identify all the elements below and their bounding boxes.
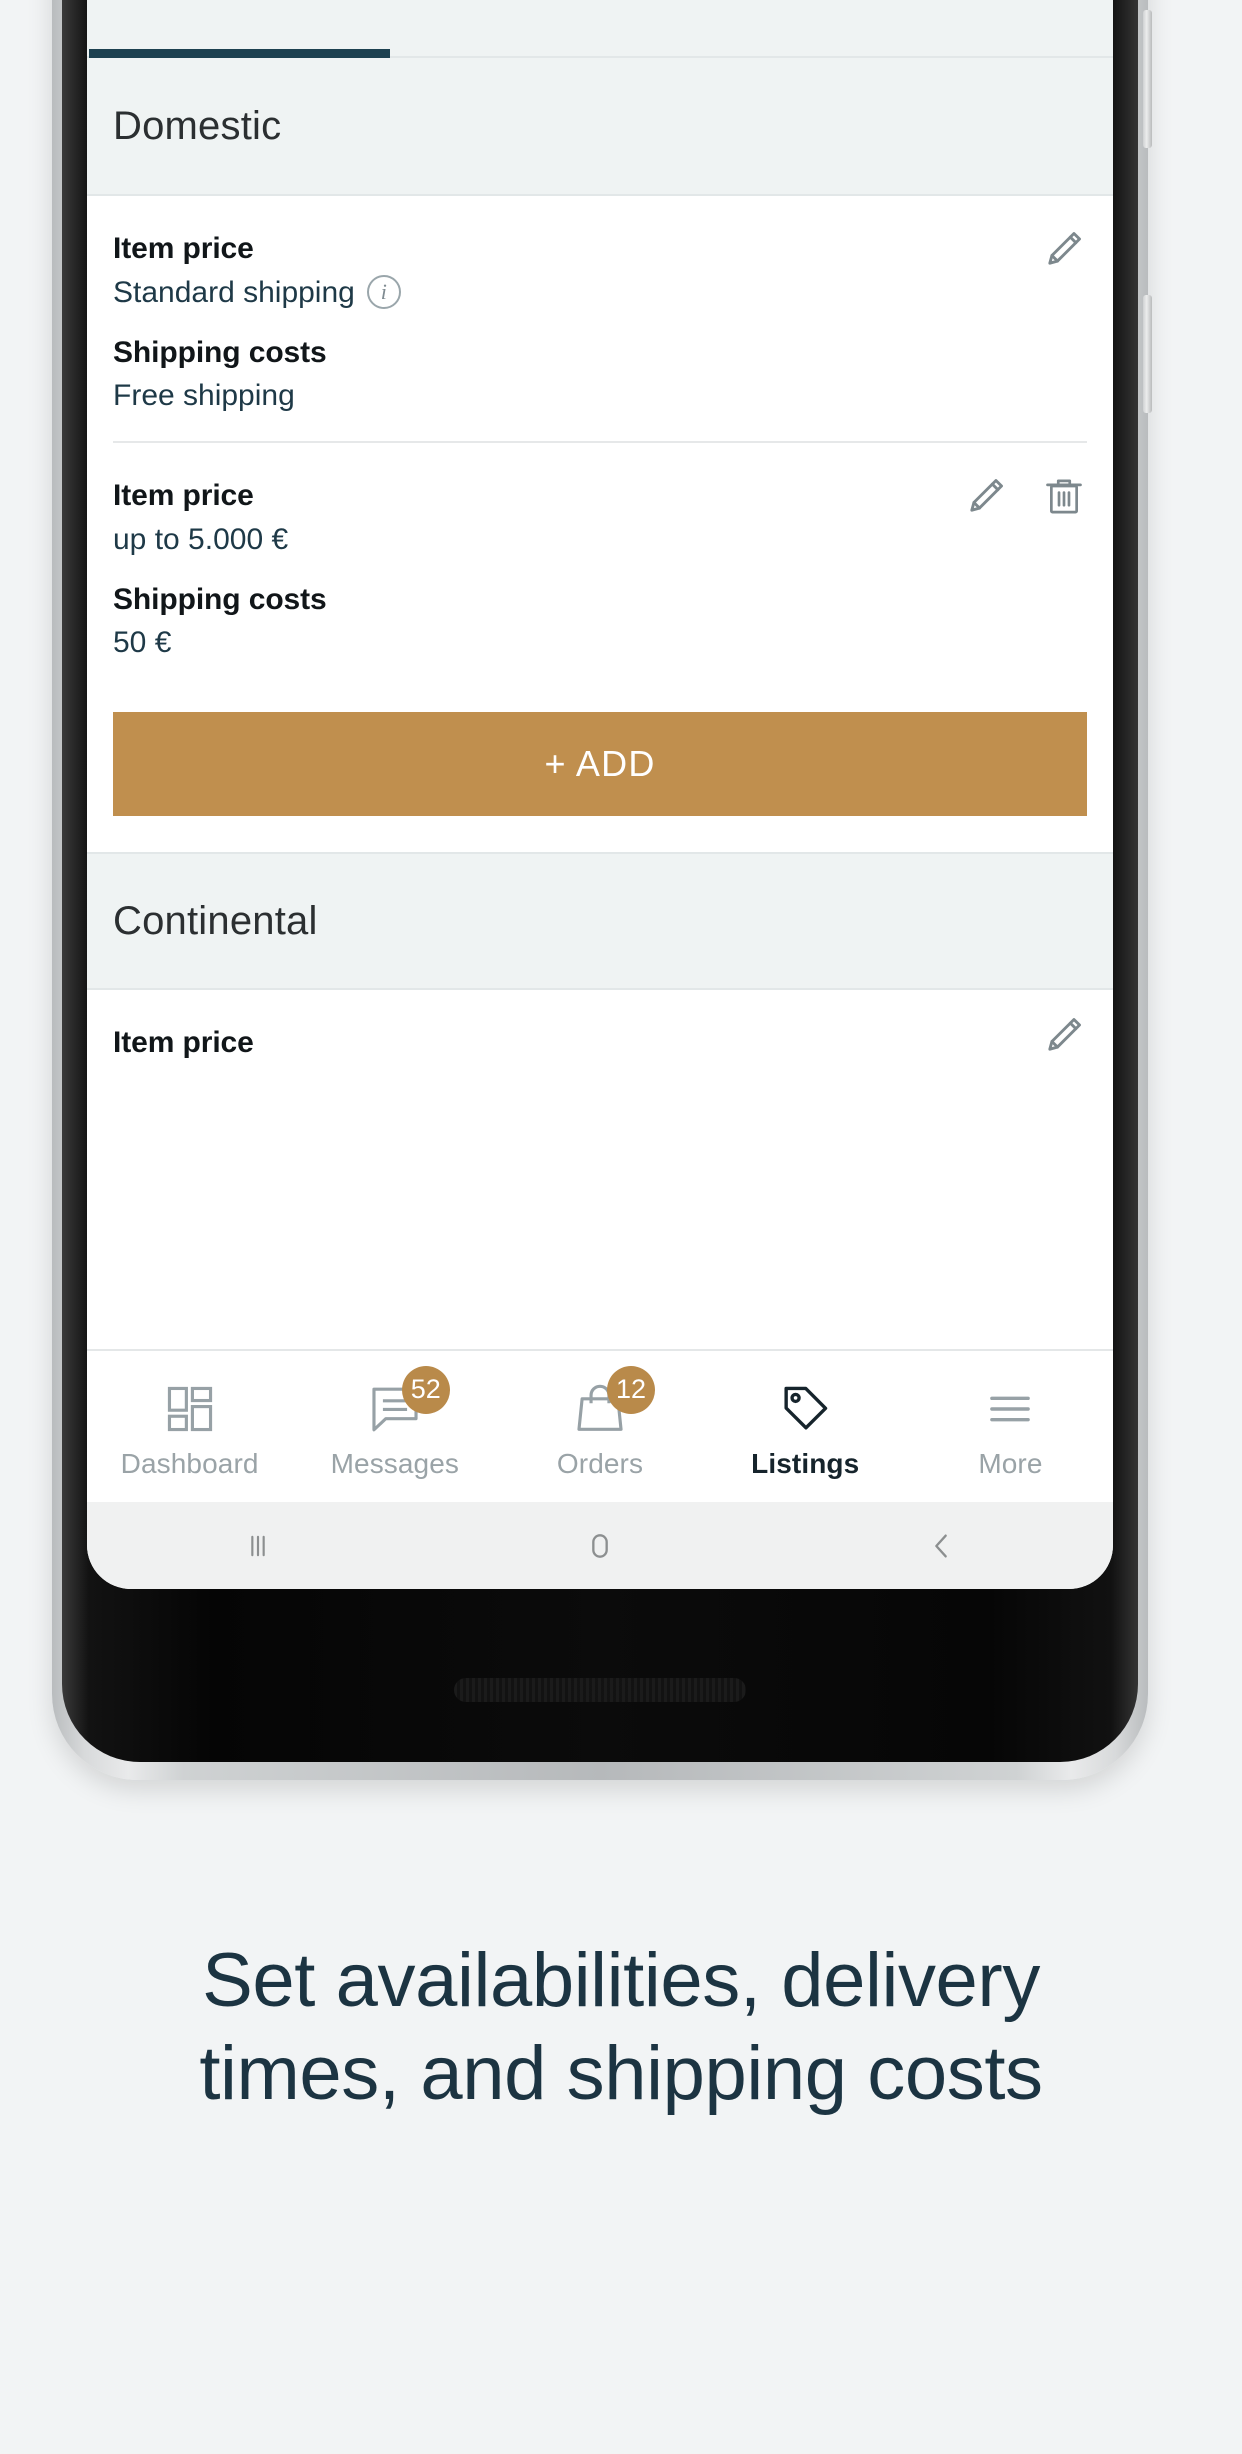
- item-price-label: Item price: [113, 1026, 254, 1059]
- nav-label: More: [978, 1447, 1043, 1479]
- section-header-domestic: Domestic: [87, 58, 1113, 196]
- caption: Set availabilities, delivery times, and …: [0, 1935, 1242, 2120]
- nav-label: Orders: [556, 1447, 644, 1479]
- recents-icon[interactable]: [87, 1526, 429, 1566]
- info-icon[interactable]: i: [366, 275, 401, 309]
- shipping-costs-value: 50 €: [113, 626, 172, 659]
- add-shipping-rule-button[interactable]: + ADD: [113, 712, 1087, 816]
- back-icon[interactable]: [771, 1526, 1113, 1566]
- nav-label: Dashboard: [120, 1447, 259, 1479]
- bag-icon: 12: [571, 1365, 655, 1438]
- domestic-card: Item price Standard shipping i Shipping …: [87, 196, 1113, 852]
- phone-body: Shipping costs Delivery Order confirmati…: [62, 0, 1138, 1762]
- caption-line-1: Set availabilities, delivery: [202, 1938, 1040, 2023]
- shipping-rule-row[interactable]: Item price Standard shipping i Shipping …: [113, 196, 1087, 441]
- tab-bar: Shipping costs Delivery Order confirmati…: [87, 0, 1113, 58]
- caption-line-2: times, and shipping costs: [199, 2030, 1043, 2116]
- orders-badge: 12: [607, 1365, 655, 1414]
- phone-frame: Shipping costs Delivery Order confirmati…: [52, 0, 1152, 1780]
- item-price-value-wrap: Standard shipping i: [113, 273, 1087, 312]
- section-title: Domestic: [113, 103, 282, 148]
- messages-badge: 52: [401, 1365, 450, 1414]
- item-price-label: Item price: [113, 232, 254, 265]
- home-icon[interactable]: [429, 1526, 771, 1566]
- phone-screen: Shipping costs Delivery Order confirmati…: [87, 0, 1113, 1589]
- menu-icon: [981, 1380, 1039, 1438]
- add-button-wrap: + ADD: [113, 688, 1087, 852]
- tab-order-confirmation[interactable]: Order confirmation: [570, 0, 909, 58]
- item-price-value: up to 5.000 €: [113, 522, 289, 556]
- edit-pencil-icon[interactable]: [1041, 226, 1087, 272]
- android-system-nav: [87, 1502, 1113, 1589]
- section-title: Continental: [113, 898, 318, 943]
- power-button[interactable]: [1143, 295, 1152, 413]
- row-actions: [1041, 1012, 1087, 1058]
- bottom-navigation: Dashboard 52 Messages 12 Orders Listings…: [87, 1349, 1113, 1502]
- nav-item-orders[interactable]: 12 Orders: [497, 1351, 702, 1502]
- continental-card: Item price: [87, 990, 1113, 1062]
- item-price-value: Standard shipping: [113, 275, 355, 309]
- dashboard-icon: [161, 1380, 219, 1438]
- edit-pencil-icon[interactable]: [963, 473, 1009, 519]
- tab-delivery[interactable]: Delivery: [390, 0, 570, 58]
- shipping-rule-row[interactable]: Item price: [113, 990, 1087, 1062]
- shipping-costs-value: Free shipping: [113, 379, 295, 412]
- section-header-continental: Continental: [87, 852, 1113, 990]
- shipping-rule-row[interactable]: Item price up to 5.000 € Shipping costs …: [113, 441, 1087, 688]
- nav-item-more[interactable]: More: [908, 1351, 1113, 1502]
- edit-pencil-icon[interactable]: [1041, 1012, 1087, 1058]
- nav-item-messages[interactable]: 52 Messages: [292, 1351, 497, 1502]
- nav-item-listings[interactable]: Listings: [703, 1351, 908, 1502]
- delete-trash-icon[interactable]: [1041, 473, 1087, 519]
- shipping-costs-label: Shipping costs: [113, 335, 327, 369]
- nav-label: Messages: [330, 1447, 460, 1479]
- item-price-label: Item price: [113, 479, 254, 512]
- volume-button[interactable]: [1143, 10, 1152, 148]
- nav-label: Listings: [751, 1447, 860, 1479]
- shipping-costs-label: Shipping costs: [113, 582, 327, 616]
- tag-icon: [776, 1380, 834, 1438]
- screenshot-root: Shipping costs Delivery Order confirmati…: [0, 0, 1242, 2454]
- message-icon: 52: [366, 1365, 450, 1438]
- nav-item-dashboard[interactable]: Dashboard: [87, 1351, 292, 1502]
- row-actions: [963, 473, 1087, 519]
- row-actions: [1041, 226, 1087, 272]
- tab-shipping-costs[interactable]: Shipping costs: [89, 0, 391, 58]
